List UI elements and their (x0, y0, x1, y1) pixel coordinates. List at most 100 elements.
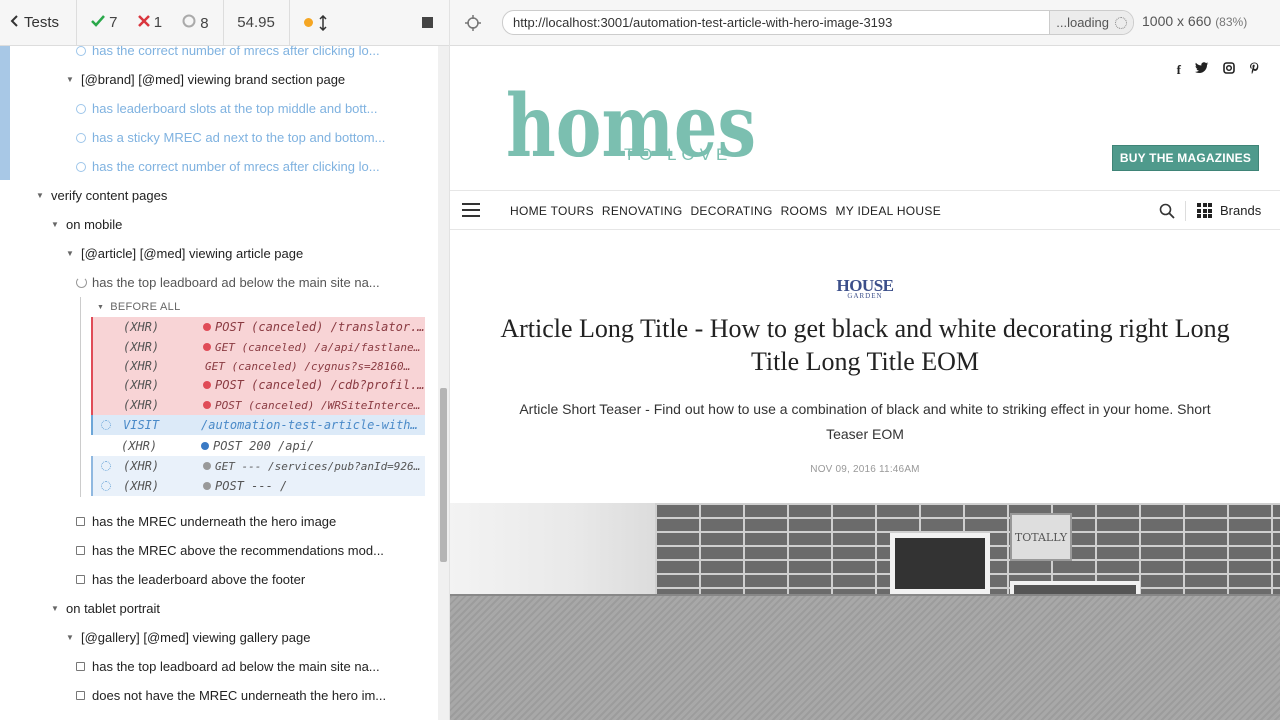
caret-down-icon: ▼ (66, 249, 74, 258)
command-message: GET (canceled) /a/api/fastlane.j... (215, 340, 425, 354)
nav-link-rooms[interactable]: ROOMS (781, 204, 828, 218)
stats-group: 7 1 8 (77, 0, 224, 46)
test-item[interactable]: has the correct number of mrecs after cl… (76, 46, 380, 65)
queued-square-icon (76, 546, 85, 555)
queued-square-icon (76, 662, 85, 671)
status-dot-icon (203, 401, 211, 409)
status-dot-icon (203, 323, 211, 331)
command-row[interactable]: (XHR) GET --- /services/pub?anId=92692..… (91, 456, 425, 476)
suite-title: on mobile (66, 217, 123, 232)
article-title: Article Long Title - How to get black an… (500, 314, 1230, 376)
suite-item[interactable]: ▼ on tablet portrait (51, 594, 160, 623)
nav-links: HOME TOURS RENOVATING DECORATING ROOMS M… (510, 191, 941, 231)
command-message: POST (canceled) /cdb?profil... (215, 378, 425, 392)
hg-logo-top: HOUSE (836, 276, 894, 295)
test-title: has a sticky MREC ad next to the top and… (92, 130, 386, 145)
brands-menu[interactable]: Brands (1197, 203, 1261, 218)
refresh-icon (76, 277, 87, 288)
command-row[interactable]: (XHR) POST (canceled) /translator... (91, 317, 425, 337)
suite-title: [@article] [@med] viewing article page (81, 246, 304, 261)
aut-header: http://localhost:3001/automation-test-ar… (450, 0, 1280, 46)
command-row[interactable]: (XHR) GET (canceled) /a/api/fastlane.j..… (91, 337, 425, 357)
command-row[interactable]: (XHR) POST --- / (91, 476, 425, 496)
suite-item[interactable]: ▼ [@brand] [@med] viewing brand section … (66, 65, 345, 94)
tests-button[interactable]: Tests (0, 0, 77, 46)
url-bar[interactable]: http://localhost:3001/automation-test-ar… (502, 10, 1134, 35)
site-nav: HOME TOURS RENOVATING DECORATING ROOMS M… (450, 190, 1280, 230)
test-item-running[interactable]: has the top leadboard ad below the main … (76, 268, 380, 297)
nav-link-renovating[interactable]: RENOVATING (602, 204, 683, 218)
before-all-hook[interactable]: ▼ BEFORE ALL (97, 297, 181, 317)
suite-item[interactable]: ▼ on mobile (51, 210, 122, 239)
suite-item[interactable]: ▼ [@gallery] [@med] viewing gallery page (66, 623, 310, 652)
crosshair-icon (465, 14, 481, 31)
instagram-icon[interactable] (1223, 62, 1235, 74)
command-kind: (XHR) (121, 439, 158, 453)
suite-title: verify content pages (51, 188, 168, 203)
test-title: has leaderboard slots at the top middle … (92, 101, 378, 116)
passed-count: 7 (109, 14, 118, 31)
runner-controls (290, 0, 449, 46)
nav-link-decorating[interactable]: DECORATING (690, 204, 772, 218)
test-title: has the top leadboard ad below the main … (92, 275, 380, 290)
runner-scrollbar[interactable] (438, 46, 449, 720)
status-dot-icon (203, 462, 211, 470)
test-item[interactable]: has the leaderboard above the footer (76, 565, 305, 594)
pending-circle-icon (76, 161, 86, 172)
running-indicator-icon (303, 18, 313, 27)
test-item[interactable]: has the correct number of mrecs after cl… (76, 152, 380, 181)
pending-circle-icon (76, 103, 86, 114)
test-item[interactable]: has the MREC above the recommendations m… (76, 536, 384, 565)
scrollbar-thumb[interactable] (440, 388, 447, 562)
loading-spinner-icon (1115, 16, 1127, 29)
house-and-garden-logo[interactable]: HOUSE GARDEN (834, 276, 896, 300)
buy-magazines-button[interactable]: BUY THE MAGAZINES (1112, 145, 1259, 171)
selector-playground-button[interactable] (450, 14, 496, 31)
passed-stat: 7 (91, 14, 118, 31)
test-title: has the top leadboard ad below the main … (92, 659, 380, 674)
command-log: ▼ BEFORE ALL (XHR) POST (canceled) /tran… (80, 297, 425, 497)
site-logo[interactable]: homes TO LOVE (506, 68, 766, 168)
nav-divider (1185, 201, 1186, 221)
suite-title: on tablet portrait (66, 601, 160, 616)
stop-icon[interactable] (422, 17, 433, 28)
command-message: POST 200 /api/ (213, 439, 315, 453)
caret-down-icon: ▼ (36, 191, 44, 200)
search-icon[interactable] (1159, 203, 1175, 219)
command-row[interactable]: (XHR) GET (canceled) /cygnus?s=281608&..… (91, 356, 425, 376)
test-title: has the MREC above the recommendations m… (92, 543, 384, 558)
test-item[interactable]: does not have the MREC underneath the he… (76, 681, 386, 710)
command-row[interactable]: (XHR) POST 200 /api/ (91, 436, 425, 456)
scroll-arrows-icon (319, 14, 327, 31)
viewport-info[interactable]: 1000 x 660 (83%) (1142, 13, 1247, 29)
suite-item[interactable]: ▼ [@article] [@med] viewing article page (66, 239, 303, 268)
nav-link-home-tours[interactable]: HOME TOURS (510, 204, 594, 218)
brands-label: Brands (1220, 203, 1262, 218)
twitter-icon[interactable] (1195, 62, 1209, 74)
command-row[interactable]: (XHR) POST (canceled) /cdb?profil... (91, 375, 425, 395)
autoscroll-toggle[interactable] (303, 14, 327, 31)
facebook-icon[interactable]: f (1177, 62, 1181, 78)
viewport-overflow-area (450, 594, 1280, 720)
command-row[interactable]: (XHR) POST (canceled) /WRSiteIntercept..… (91, 395, 425, 415)
test-item[interactable]: has a sticky MREC ad next to the top and… (76, 123, 385, 152)
command-kind: (XHR) (123, 359, 160, 373)
hero-wall-left (450, 503, 655, 594)
test-item[interactable]: has the MREC underneath the hero image (76, 507, 336, 536)
test-item[interactable]: has the top leadboard ad below the main … (76, 652, 380, 681)
command-kind: (XHR) (123, 378, 160, 392)
nav-link-my-ideal-house[interactable]: MY IDEAL HOUSE (835, 204, 941, 218)
suite-item[interactable]: ▼ verify content pages (36, 181, 167, 210)
caret-down-icon: ▼ (51, 220, 59, 229)
command-row-visit[interactable]: VISIT /automation-test-article-with... (91, 415, 425, 435)
runner-header: Tests 7 1 8 54.95 (0, 0, 449, 46)
check-icon (91, 15, 105, 27)
tests-label: Tests (24, 14, 60, 31)
viewport-scale: (83%) (1215, 15, 1248, 29)
hamburger-menu-icon[interactable] (462, 203, 480, 217)
test-item[interactable]: has leaderboard slots at the top middle … (76, 94, 377, 123)
test-title: has the correct number of mrecs after cl… (92, 159, 380, 174)
command-message: GET --- /services/pub?anId=92692... (215, 459, 425, 473)
pinterest-icon[interactable] (1249, 62, 1260, 75)
test-runner-panel: Tests 7 1 8 54.95 has the correct number… (0, 0, 450, 720)
